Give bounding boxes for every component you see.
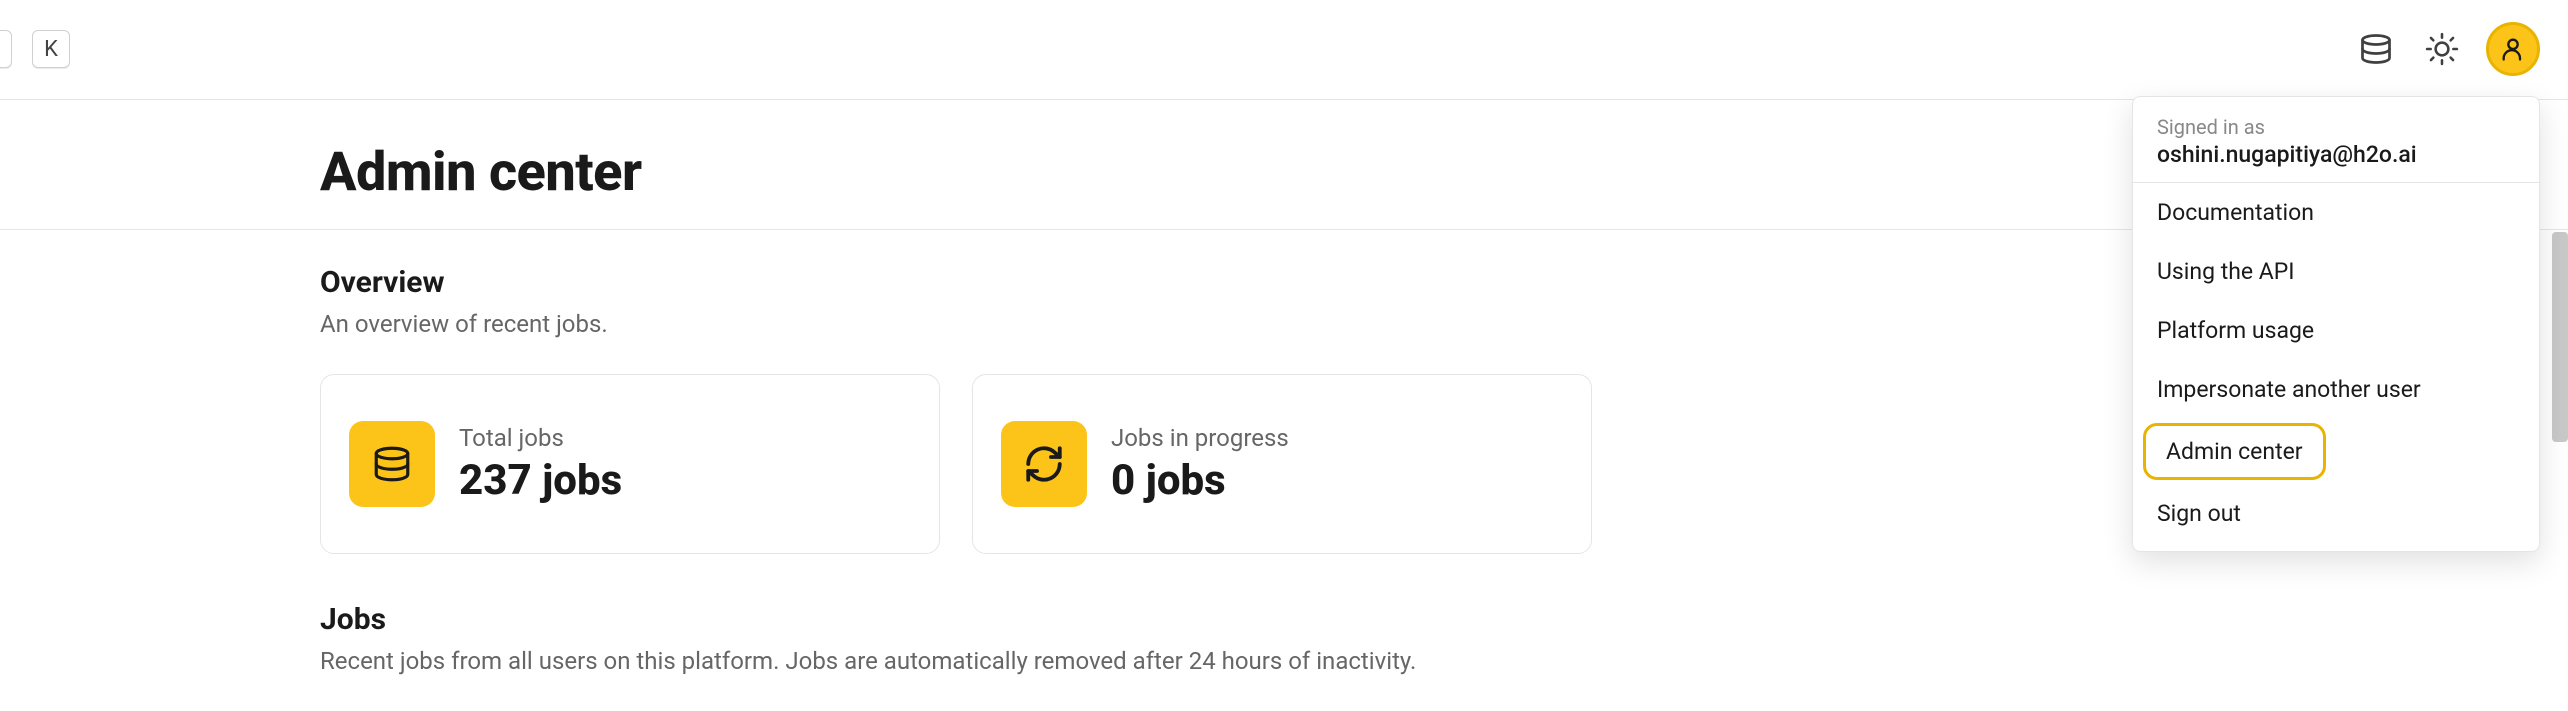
database-icon-button[interactable] — [2354, 27, 2398, 71]
kbd-shortcut-key[interactable]: K — [32, 30, 70, 68]
sun-icon — [2425, 32, 2459, 66]
card-text: Total jobs 237 jobs — [459, 424, 622, 505]
stat-card-jobs-in-progress: Jobs in progress 0 jobs — [972, 374, 1592, 554]
user-email: oshini.nugapitiya@h2o.ai — [2157, 141, 2515, 168]
card-label: Jobs in progress — [1111, 424, 1289, 452]
topbar: K — [0, 0, 2568, 100]
menu-item-admin-center[interactable]: Admin center — [2143, 423, 2326, 480]
refresh-icon — [1023, 443, 1065, 485]
kbd-key-label: K — [44, 37, 58, 62]
total-jobs-icon-wrap — [349, 421, 435, 507]
theme-toggle-button[interactable] — [2420, 27, 2464, 71]
kbd-key-partial — [0, 30, 12, 68]
user-dropdown-menu: Signed in as oshini.nugapitiya@h2o.ai Do… — [2132, 96, 2540, 552]
card-label: Total jobs — [459, 424, 622, 452]
menu-item-documentation[interactable]: Documentation — [2133, 183, 2539, 242]
scrollbar-thumb[interactable] — [2552, 232, 2568, 442]
jobs-subheading: Recent jobs from all users on this platf… — [320, 647, 2568, 675]
avatar-highlight-ring — [2485, 21, 2541, 77]
card-value: 0 jobs — [1111, 456, 1289, 505]
database-icon — [2358, 31, 2394, 67]
signed-in-label: Signed in as — [2157, 115, 2515, 139]
user-menu-button[interactable] — [2486, 22, 2540, 76]
menu-item-impersonate[interactable]: Impersonate another user — [2133, 360, 2539, 419]
menu-item-sign-out[interactable]: Sign out — [2133, 484, 2539, 543]
database-icon — [371, 443, 413, 485]
menu-item-using-api[interactable]: Using the API — [2133, 242, 2539, 301]
menu-header: Signed in as oshini.nugapitiya@h2o.ai — [2133, 105, 2539, 183]
stat-card-total-jobs: Total jobs 237 jobs — [320, 374, 940, 554]
topbar-actions — [2354, 22, 2540, 76]
card-text: Jobs in progress 0 jobs — [1111, 424, 1289, 505]
jobs-progress-icon-wrap — [1001, 421, 1087, 507]
card-value: 237 jobs — [459, 456, 622, 505]
menu-item-platform-usage[interactable]: Platform usage — [2133, 301, 2539, 360]
jobs-section: Jobs Recent jobs from all users on this … — [320, 602, 2568, 675]
jobs-heading: Jobs — [320, 602, 2568, 637]
page-title: Admin center — [320, 141, 642, 204]
